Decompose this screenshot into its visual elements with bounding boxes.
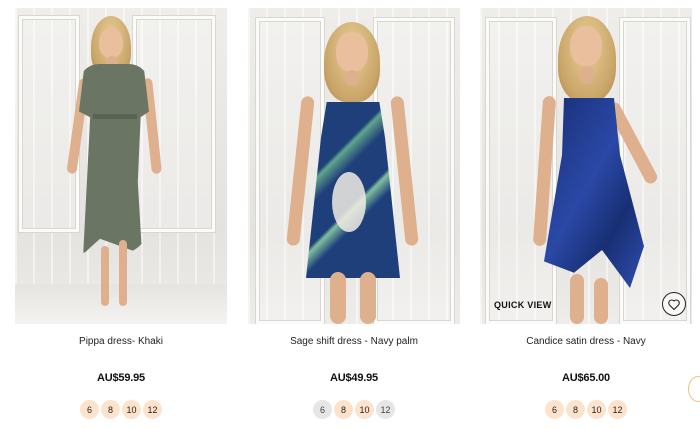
size-option[interactable]: 8 [566,400,585,419]
size-options: 6 8 10 12 [15,400,227,419]
size-option[interactable]: 12 [143,400,162,419]
product-price: AU$49.95 [330,372,378,384]
quick-view-button[interactable]: QUICK VIEW [494,300,552,310]
product-price: AU$65.00 [562,372,610,384]
size-option[interactable]: 6 [80,400,99,419]
product-card[interactable]: Pippa dress- Khaki AU$59.95 6 8 10 12 [15,8,227,419]
size-option[interactable]: 10 [122,400,141,419]
product-name[interactable]: Pippa dress- Khaki [15,336,227,350]
product-card[interactable]: Sage shift dress - Navy palm AU$49.95 6 … [248,8,460,419]
product-grid: Pippa dress- Khaki AU$59.95 6 8 10 12 Sa… [0,0,700,428]
size-option[interactable]: 8 [334,400,353,419]
size-option[interactable]: 10 [587,400,606,419]
size-option[interactable]: 12 [376,400,395,419]
size-options: 6 8 10 12 [248,400,460,419]
size-option[interactable]: 10 [355,400,374,419]
size-option[interactable]: 8 [101,400,120,419]
size-option[interactable]: 12 [608,400,627,419]
product-name[interactable]: Sage shift dress - Navy palm [248,336,460,350]
product-image[interactable] [248,8,460,324]
size-option[interactable]: 6 [545,400,564,419]
product-image[interactable] [15,8,227,324]
product-card[interactable]: QUICK VIEW Candice satin dress - Navy AU… [480,8,692,419]
heart-icon [668,298,680,310]
product-price: AU$59.95 [97,372,145,384]
size-option[interactable]: 6 [313,400,332,419]
product-name[interactable]: Candice satin dress - Navy [480,336,692,350]
size-options: 6 8 10 12 [480,400,692,419]
product-image[interactable]: QUICK VIEW [480,8,692,324]
wishlist-button[interactable] [662,292,686,316]
